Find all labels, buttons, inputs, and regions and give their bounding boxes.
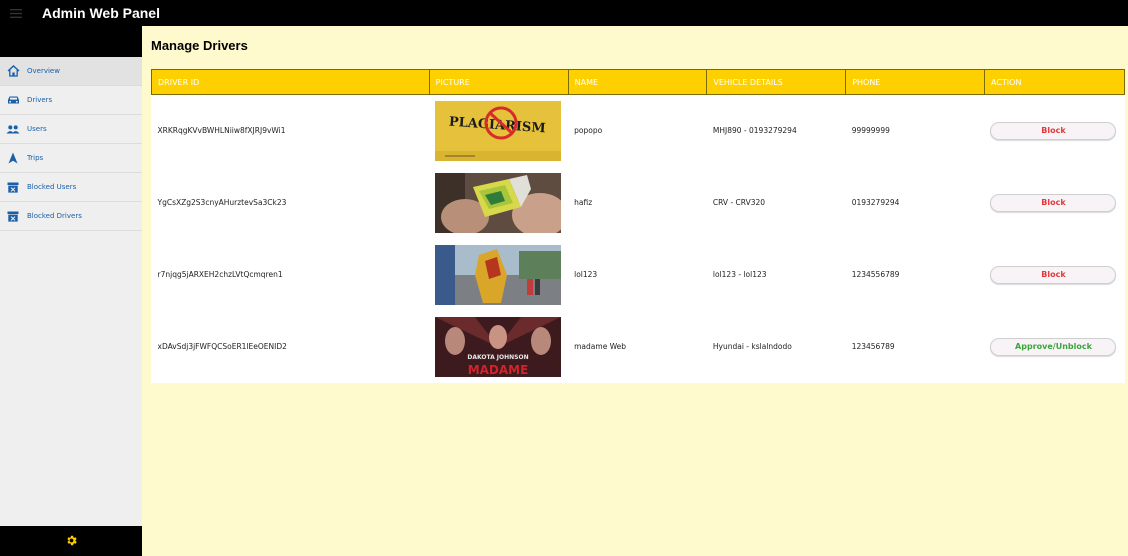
block-box-icon (0, 182, 26, 193)
movie-poster-image: DAKOTA JOHNSON MADAME (435, 316, 562, 377)
vehicle-cell: MHJ890 - 0193279294 (712, 126, 797, 136)
sidebar-item-overview[interactable]: Overview (0, 57, 142, 86)
sidebar-item-trips[interactable]: Trips (0, 144, 142, 173)
table-header-row: DRIVER ID PICTURE NAME VEHICLE DETAILS P… (151, 69, 1126, 95)
table-row: XRKRqgKVvBWHLNiiw8fXJRJ9vWi1 PLAGIARISM (152, 95, 1125, 167)
vehicle-cell: lol123 - lol123 (712, 270, 767, 279)
picture-cell (429, 239, 568, 311)
block-button[interactable]: Block (990, 193, 1117, 212)
plagiarism-image: PLAGIARISM (435, 100, 562, 161)
picture-cell: PLAGIARISM (429, 95, 568, 167)
sidebar-item-blocked-users[interactable]: Blocked Users (0, 173, 142, 202)
sidebar-item-label: Users (27, 125, 47, 133)
table-row: r7njqg5jARXEH2chzLVtQcmqren1 lol123 lol1… (152, 239, 1125, 311)
navigation-icon (0, 152, 26, 164)
column-header-name: NAME (567, 69, 708, 95)
name-cell: popopo (574, 126, 603, 136)
phone-cell: 0193279294 (851, 198, 900, 207)
main-content: Manage Drivers DRIVER ID PICTURE NAME VE… (142, 26, 1128, 556)
drivers-table: DRIVER ID PICTURE NAME VEHICLE DETAILS P… (151, 69, 1126, 383)
driver-id-cell: r7njqg5jARXEH2chzLVtQcmqren1 (157, 270, 283, 279)
sidebar-header (0, 26, 142, 57)
app-title: Admin Web Panel (42, 5, 160, 21)
column-header-phone: PHONE (845, 69, 985, 95)
sidebar-item-label: Overview (27, 67, 60, 75)
table-row: YgCsXZg2S3cnyAHurztevSa3Ck23 hafiz CRV -… (152, 167, 1125, 239)
table-row: xDAvSdj3jFWFQCSoER1lEeOENID2 DAKOTA JOHN… (152, 311, 1125, 383)
phone-cell: 123456789 (851, 342, 895, 351)
sidebar: Overview Drivers Users Trips Blocked Use… (0, 26, 142, 556)
sidebar-item-label: Blocked Users (27, 183, 77, 191)
car-icon (0, 95, 26, 105)
candy-image (435, 172, 562, 233)
phone-cell: 1234556789 (851, 270, 900, 279)
top-bar: Admin Web Panel (0, 0, 1128, 26)
page-title: Manage Drivers (151, 38, 248, 53)
driver-id-cell: YgCsXZg2S3cnyAHurztevSa3Ck23 (157, 198, 287, 207)
action-cell: Block (984, 167, 1124, 239)
sidebar-nav: Overview Drivers Users Trips Blocked Use… (0, 57, 142, 231)
column-header-picture: PICTURE (428, 69, 569, 95)
name-cell: hafiz (574, 198, 593, 207)
driver-id-cell: XRKRqgKVvBWHLNiiw8fXJRJ9vWi1 (157, 126, 286, 136)
sidebar-item-label: Drivers (27, 96, 53, 104)
poster-title-text: MADAME (468, 363, 529, 377)
name-cell: madame Web (574, 342, 627, 351)
action-cell: Approve/Unblock (984, 311, 1124, 383)
column-header-driver-id: DRIVER ID (151, 69, 430, 95)
sidebar-item-users[interactable]: Users (0, 115, 142, 144)
vehicle-cell: CRV - CRV320 (712, 198, 766, 207)
name-cell: lol123 (574, 270, 598, 279)
picture-cell (429, 167, 568, 239)
phone-cell: 99999999 (851, 126, 890, 136)
column-header-action: ACTION (983, 69, 1126, 95)
street-costume-image (435, 244, 562, 305)
gear-icon[interactable] (65, 532, 78, 551)
home-icon (0, 65, 26, 77)
sidebar-item-drivers[interactable]: Drivers (0, 86, 142, 115)
poster-actor-text: DAKOTA JOHNSON (468, 354, 529, 361)
users-icon (0, 124, 26, 134)
approve-unblock-button[interactable]: Approve/Unblock (990, 337, 1117, 356)
block-button[interactable]: Block (990, 121, 1117, 140)
sidebar-item-label: Blocked Drivers (27, 212, 82, 220)
driver-id-cell: xDAvSdj3jFWFQCSoER1lEeOENID2 (157, 342, 287, 351)
sidebar-footer (0, 526, 142, 556)
sidebar-item-blocked-drivers[interactable]: Blocked Drivers (0, 202, 142, 231)
menu-icon[interactable] (0, 0, 32, 26)
column-header-vehicle-details: VEHICLE DETAILS (706, 69, 847, 95)
action-cell: Block (984, 95, 1124, 167)
picture-cell: DAKOTA JOHNSON MADAME (429, 311, 568, 383)
block-button[interactable]: Block (990, 265, 1117, 284)
sidebar-item-label: Trips (27, 154, 44, 162)
vehicle-cell: Hyundai - kslalndodo (712, 342, 792, 351)
block-box-icon (0, 211, 26, 222)
action-cell: Block (984, 239, 1124, 311)
